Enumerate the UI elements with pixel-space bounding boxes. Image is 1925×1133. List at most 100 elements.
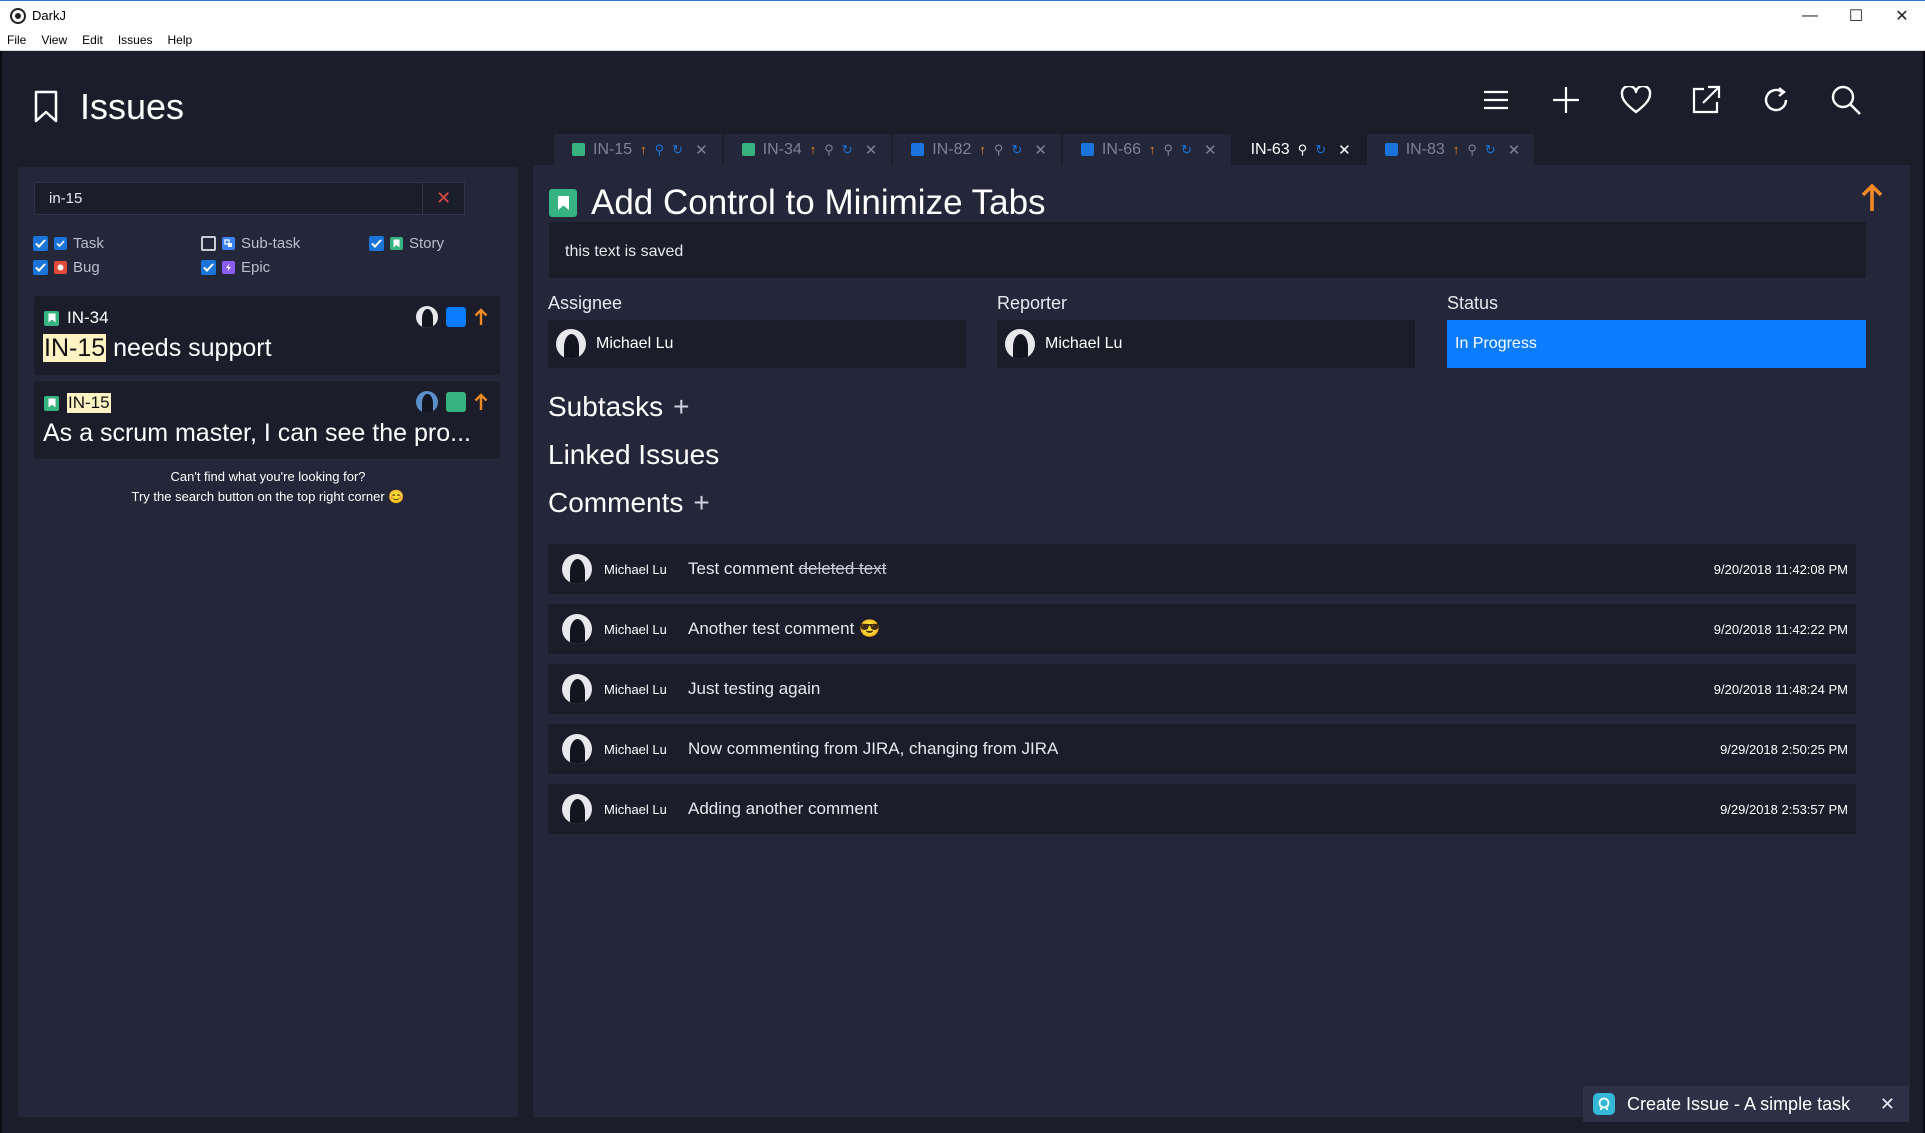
pin-icon[interactable]: ⚲	[1164, 142, 1174, 158]
refresh-icon[interactable]: ↻	[672, 142, 683, 158]
subtasks-title: Subtasks	[548, 391, 664, 422]
avatar	[556, 329, 586, 359]
search-result-card[interactable]: IN-15 As a scrum master, I can see the p…	[34, 381, 500, 459]
refresh-icon[interactable]: ↻	[842, 142, 853, 158]
comment-timestamp: 9/20/2018 11:48:24 PM	[1713, 681, 1848, 697]
tab-label: IN-66	[1101, 140, 1142, 158]
close-tab-icon[interactable]: ✕	[1204, 141, 1217, 159]
add-comment-icon[interactable]: +	[693, 487, 709, 519]
issue-title[interactable]: Add Control to Minimize Tabs	[591, 183, 1046, 223]
pin-icon[interactable]: ⚲	[1467, 142, 1477, 158]
refresh-icon[interactable]: ↻	[1181, 142, 1192, 158]
avatar	[416, 391, 438, 413]
result-meta	[416, 306, 488, 328]
checkbox-unchecked-icon	[201, 235, 216, 251]
favorite-button[interactable]	[1617, 81, 1655, 119]
comment-row[interactable]: Michael Lu Another test comment 😎 9/20/2…	[548, 604, 1856, 654]
tab-in-63[interactable]: IN-63 ⚲ ↻ ✕	[1232, 134, 1365, 165]
issue-search-input[interactable]	[35, 190, 423, 207]
comment-text-plain: Test comment	[688, 559, 799, 578]
comment-row[interactable]: Michael Lu Just testing again 9/20/2018 …	[548, 664, 1856, 714]
linked-issues-title: Linked Issues	[548, 439, 720, 470]
search-help-text: Can't find what you're looking for? Try …	[18, 467, 518, 507]
app-badge-icon	[1593, 1093, 1615, 1115]
pin-icon[interactable]: ⚲	[824, 142, 834, 158]
menu-help[interactable]: Help	[161, 33, 201, 47]
reporter-name: Michael Lu	[1045, 335, 1123, 352]
add-issue-button[interactable]	[1547, 81, 1585, 119]
close-tab-icon[interactable]: ✕	[1338, 141, 1351, 159]
refresh-icon[interactable]: ↻	[1485, 142, 1496, 158]
checkbox-checked-icon	[33, 235, 48, 251]
status-dropdown[interactable]: In Progress	[1447, 320, 1866, 368]
result-summary: IN-15 needs support	[43, 334, 272, 363]
priority-button[interactable]	[1860, 183, 1884, 218]
filter-task-label: Task	[73, 234, 104, 252]
refresh-icon[interactable]: ↻	[1315, 142, 1326, 158]
assignee-field[interactable]: Michael Lu	[548, 320, 966, 368]
filter-epic[interactable]: Epic	[201, 259, 270, 276]
refresh-icon[interactable]: ↻	[1011, 142, 1022, 158]
filter-task[interactable]: Task	[33, 235, 201, 252]
close-window-button[interactable]: ✕	[1879, 1, 1925, 31]
notification-text: Create Issue - A simple task	[1627, 1093, 1851, 1114]
tab-label: IN-82	[932, 140, 972, 158]
search-button[interactable]	[1827, 81, 1865, 119]
reporter-field[interactable]: Michael Lu	[997, 320, 1415, 368]
filter-story[interactable]: Story	[369, 235, 444, 252]
menu-file[interactable]: File	[0, 33, 34, 47]
close-tab-icon[interactable]: ✕	[1034, 141, 1047, 159]
close-tab-icon[interactable]: ✕	[1508, 141, 1521, 159]
clear-search-button[interactable]: ✕	[422, 182, 464, 215]
tab-in-15[interactable]: IN-15 ↑ ⚲ ↻ ✕	[554, 134, 722, 165]
close-tab-icon[interactable]: ✕	[695, 141, 708, 159]
comment-author: Michael Lu	[604, 681, 667, 697]
status-color-badge	[446, 392, 466, 412]
open-external-button[interactable]	[1687, 81, 1725, 119]
filter-subtask[interactable]: Sub-task	[201, 235, 369, 252]
comments-heading: Comments +	[548, 487, 710, 519]
priority-arrow-up-icon: ↑	[640, 142, 647, 157]
notification-toast[interactable]: Create Issue - A simple task ✕	[1583, 1086, 1909, 1122]
comment-row[interactable]: Michael Lu Now commenting from JIRA, cha…	[548, 724, 1856, 774]
tab-in-34[interactable]: IN-34 ↑ ⚲ ↻ ✕	[723, 134, 892, 165]
plus-icon	[1553, 87, 1579, 113]
story-type-icon	[549, 189, 577, 217]
window-titlebar: DarkJ — ☐ ✕	[0, 0, 1925, 30]
subtasks-heading: Subtasks +	[548, 391, 690, 423]
minimize-button[interactable]: —	[1787, 1, 1833, 31]
comment-text: Another test comment 😎	[688, 619, 881, 638]
pin-icon[interactable]: ⚲	[655, 142, 665, 158]
tab-in-83[interactable]: IN-83 ↑ ⚲ ↻ ✕	[1366, 134, 1535, 165]
add-subtask-icon[interactable]: +	[673, 391, 689, 423]
comment-timestamp: 9/29/2018 2:53:57 PM	[1720, 801, 1848, 817]
issue-detail-panel: Add Control to Minimize Tabs this text i…	[533, 165, 1910, 1117]
refresh-button[interactable]	[1757, 81, 1795, 119]
tab-in-66[interactable]: IN-66 ↑ ⚲ ↻ ✕	[1062, 134, 1231, 165]
comment-author: Michael Lu	[604, 801, 667, 817]
pin-icon[interactable]: ⚲	[994, 142, 1004, 158]
close-tab-icon[interactable]: ✕	[865, 141, 878, 159]
linked-issues-heading: Linked Issues	[548, 439, 719, 471]
close-notification-icon[interactable]: ✕	[1880, 1094, 1895, 1115]
avatar	[416, 306, 438, 328]
comment-row[interactable]: Michael Lu Adding another comment 9/29/2…	[548, 784, 1856, 834]
pin-icon[interactable]: ⚲	[1298, 142, 1308, 158]
maximize-button[interactable]: ☐	[1833, 1, 1879, 31]
window-title: DarkJ	[32, 8, 66, 23]
menu-view[interactable]: View	[34, 33, 75, 47]
comment-row[interactable]: Michael Lu Test comment deleted text 9/2…	[548, 544, 1856, 594]
avatar	[1005, 329, 1035, 359]
search-result-card[interactable]: IN-34 IN-15 needs support	[34, 296, 500, 375]
assignee-label: Assignee	[548, 293, 623, 313]
checkbox-checked-icon	[369, 235, 384, 251]
filter-bug[interactable]: Bug	[33, 259, 201, 276]
description-field[interactable]: this text is saved	[549, 222, 1866, 278]
search-sidebar: ✕ Task Sub-task Story	[18, 167, 518, 1117]
tab-in-82[interactable]: IN-82 ↑ ⚲ ↻ ✕	[893, 134, 1061, 165]
result-summary-text: needs support	[106, 334, 272, 362]
menu-edit[interactable]: Edit	[75, 33, 111, 47]
search-help-line1: Can't find what you're looking for?	[170, 469, 366, 484]
menu-button[interactable]	[1477, 81, 1515, 119]
menu-issues[interactable]: Issues	[111, 33, 161, 47]
